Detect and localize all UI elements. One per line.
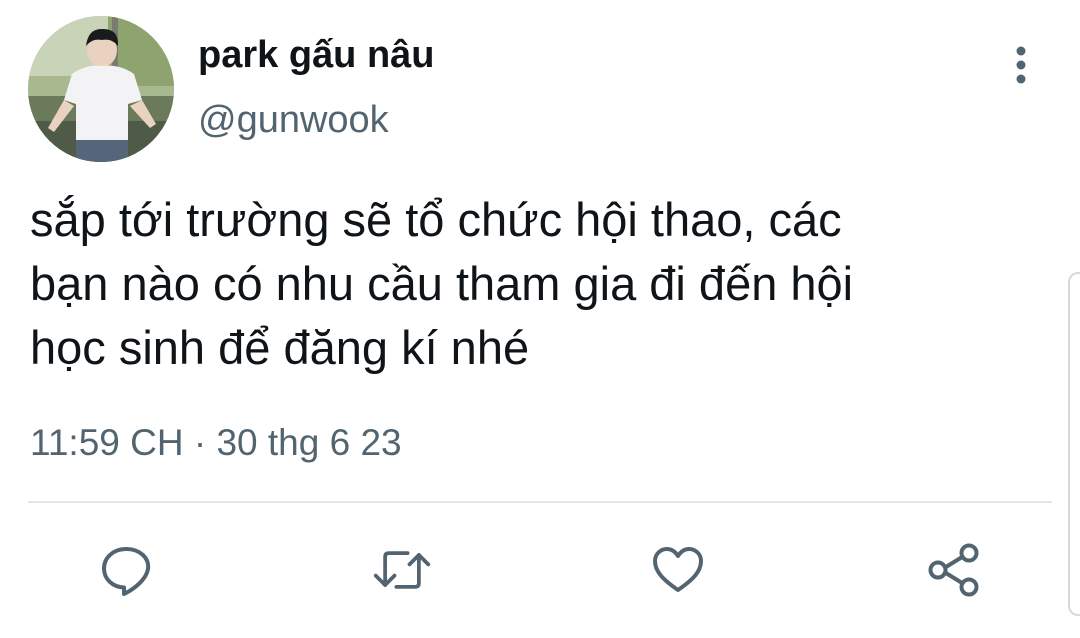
divider (28, 501, 1052, 503)
tweet-text-line: học sinh để đăng kí nhé (30, 321, 530, 374)
user-handle[interactable]: @gunwook (198, 97, 389, 143)
tweet-text-line: sắp tới trường sẽ tổ chức hội thao, các (30, 193, 842, 246)
retweet-icon (373, 551, 431, 589)
scrollbar[interactable] (1068, 272, 1080, 616)
reply-icon (102, 547, 151, 596)
avatar-photo (28, 16, 174, 162)
tweet-text-line: bạn nào có nhu cầu tham gia đi đến hội (30, 257, 854, 310)
more-options-button[interactable] (1000, 40, 1042, 90)
share-icon (928, 543, 979, 597)
reply-button[interactable] (96, 540, 156, 600)
retweet-button[interactable] (372, 540, 432, 600)
tweet-timestamp[interactable]: 11:59 CH · 30 thg 6 23 (30, 420, 402, 466)
avatar[interactable] (28, 16, 174, 162)
display-name[interactable]: park gấu nâu (198, 32, 435, 78)
tweet-text: sắp tới trường sẽ tổ chức hội thao, các … (30, 188, 1030, 380)
like-button[interactable] (648, 540, 708, 600)
share-button[interactable] (924, 540, 984, 600)
heart-icon (653, 547, 703, 592)
more-vertical-icon (1016, 46, 1026, 84)
